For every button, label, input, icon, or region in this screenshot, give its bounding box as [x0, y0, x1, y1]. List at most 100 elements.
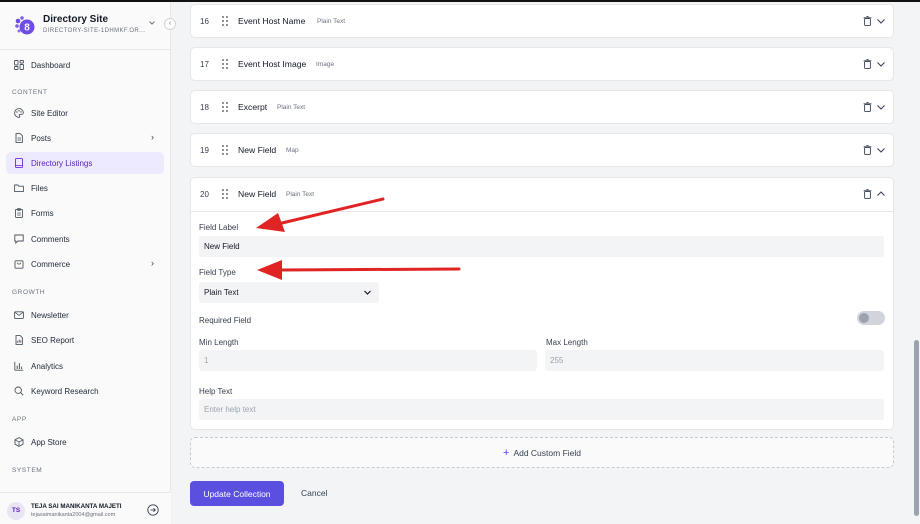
sidebar-item-directory-listings[interactable]: Directory Listings — [6, 152, 164, 174]
drag-handle-icon[interactable] — [221, 144, 229, 156]
sidebar-item-comments[interactable]: Comments — [6, 228, 164, 250]
drag-handle-icon[interactable] — [221, 188, 229, 200]
sidebar-item-label: Analytics — [31, 361, 64, 371]
sidebar: 8 Directory Site DIRECTORY-SITE-1DHMKF.O… — [0, 2, 176, 524]
site-switcher[interactable]: 8 Directory Site DIRECTORY-SITE-1DHMKF.O… — [12, 12, 168, 42]
mail-icon — [14, 311, 24, 319]
sidebar-item-label: Forms — [31, 208, 54, 218]
section-label-app: APP — [12, 416, 27, 423]
field-row[interactable]: 16 Event Host Name Plain Text — [190, 4, 894, 38]
sidebar-item-label: SEO Report — [31, 335, 75, 345]
svg-text:8: 8 — [24, 23, 30, 34]
trash-icon[interactable] — [863, 102, 872, 112]
sidebar-item-posts[interactable]: Posts › — [6, 127, 164, 149]
sidebar-item-forms[interactable]: Forms — [6, 202, 164, 224]
field-label-input[interactable]: New Field — [199, 236, 884, 257]
field-number: 19 — [200, 146, 209, 155]
toggle-knob — [859, 313, 869, 323]
section-label-growth: GROWTH — [12, 289, 46, 296]
drag-handle-icon[interactable] — [221, 15, 229, 27]
avatar: TS — [7, 502, 25, 520]
site-name: Directory Site — [43, 14, 109, 25]
sidebar-item-dashboard[interactable]: Dashboard — [6, 54, 164, 76]
field-name: Event Host Name — [238, 16, 306, 26]
add-custom-field-button[interactable]: + Add Custom Field — [190, 437, 894, 468]
logout-icon[interactable] — [147, 504, 159, 516]
dashboard-icon — [14, 60, 24, 70]
user-name: TEJA SAI MANIKANTA MAJETI — [31, 503, 122, 510]
help-text-input[interactable]: Enter help text — [199, 399, 884, 420]
required-field-label: Required Field — [199, 316, 252, 325]
sidebar-item-label: Newsletter — [31, 310, 69, 320]
trash-icon[interactable] — [863, 189, 872, 199]
max-length-label: Max Length — [546, 338, 588, 347]
site-domain: DIRECTORY-SITE-1DHMKF.OR... — [43, 28, 146, 34]
cart-icon — [14, 260, 24, 269]
clipboard-icon — [15, 208, 23, 218]
report-icon — [15, 335, 23, 345]
sidebar-item-label: Posts — [31, 133, 52, 143]
sidebar-item-label: App Store — [31, 437, 67, 447]
field-row-header[interactable]: 20 New Field Plain Text — [191, 178, 893, 212]
palette-icon — [14, 108, 24, 118]
trash-icon[interactable] — [863, 145, 872, 155]
sidebar-item-label: Dashboard — [31, 60, 71, 70]
field-type-select[interactable]: Plain Text — [199, 282, 379, 303]
chevron-up-icon[interactable] — [875, 188, 887, 200]
sidebar-item-site-editor[interactable]: Site Editor — [6, 102, 164, 124]
collapse-sidebar-button[interactable]: ‹ — [164, 18, 176, 30]
document-icon — [15, 133, 23, 143]
field-number: 17 — [200, 60, 209, 69]
sidebar-item-newsletter[interactable]: Newsletter — [6, 304, 164, 326]
field-number: 20 — [200, 190, 209, 199]
field-number: 18 — [200, 103, 209, 112]
sidebar-item-analytics[interactable]: Analytics — [6, 355, 164, 377]
field-row[interactable]: 19 New Field Map — [190, 133, 894, 167]
field-name: Event Host Image — [238, 59, 307, 69]
field-row[interactable]: 18 Excerpt Plain Text — [190, 90, 894, 124]
trash-icon[interactable] — [863, 59, 872, 69]
field-row[interactable]: 17 Event Host Image Image — [190, 47, 894, 81]
field-type-tag: Map — [286, 147, 299, 154]
min-length-input[interactable]: 1 — [199, 350, 537, 371]
drag-handle-icon[interactable] — [221, 58, 229, 70]
scrollbar[interactable] — [914, 340, 919, 516]
trash-icon[interactable] — [863, 16, 872, 26]
cancel-button[interactable]: Cancel — [301, 488, 327, 498]
chevron-down-icon[interactable] — [875, 58, 887, 70]
search-icon — [14, 386, 24, 396]
drag-handle-icon[interactable] — [221, 101, 229, 113]
chevron-down-icon[interactable] — [875, 101, 887, 113]
sidebar-item-app-store[interactable]: App Store — [6, 431, 164, 453]
field-label-label: Field Label — [199, 223, 239, 232]
sidebar-item-commerce[interactable]: Commerce › — [6, 253, 164, 275]
field-type-tag: Plain Text — [317, 18, 346, 25]
field-number: 16 — [200, 17, 209, 26]
sidebar-item-files[interactable]: Files — [6, 177, 164, 199]
add-custom-field-label: Add Custom Field — [513, 447, 581, 458]
required-toggle[interactable] — [857, 311, 885, 325]
section-label-content: CONTENT — [12, 89, 48, 96]
field-name: Excerpt — [238, 102, 268, 112]
sidebar-item-label: Commerce — [31, 259, 71, 269]
field-type-tag: Plain Text — [277, 104, 306, 111]
sidebar-item-seo-report[interactable]: SEO Report — [6, 329, 164, 351]
user-profile: TS TEJA SAI MANIKANTA MAJETI tejasaimani… — [0, 492, 171, 524]
chevron-down-icon[interactable] — [875, 144, 887, 156]
cube-icon — [14, 437, 24, 447]
folder-icon — [14, 184, 24, 193]
sidebar-divider — [0, 49, 171, 50]
sidebar-item-label: Files — [31, 183, 48, 193]
chevron-down-icon — [364, 290, 371, 295]
field-name: New Field — [238, 145, 277, 155]
field-type-tag: Plain Text — [286, 191, 315, 198]
sidebar-item-label: Keyword Research — [31, 386, 99, 396]
sidebar-item-keyword-research[interactable]: Keyword Research — [6, 380, 164, 402]
chevron-down-icon[interactable] — [875, 15, 887, 27]
min-length-label: Min Length — [199, 338, 239, 347]
help-text-label: Help Text — [199, 387, 233, 396]
max-length-input[interactable]: 255 — [545, 350, 884, 371]
sidebar-item-label: Site Editor — [31, 108, 68, 118]
user-email: tejasaimanikanta2004@gmail.com — [31, 512, 116, 518]
update-collection-button[interactable]: Update Collection — [190, 481, 284, 506]
